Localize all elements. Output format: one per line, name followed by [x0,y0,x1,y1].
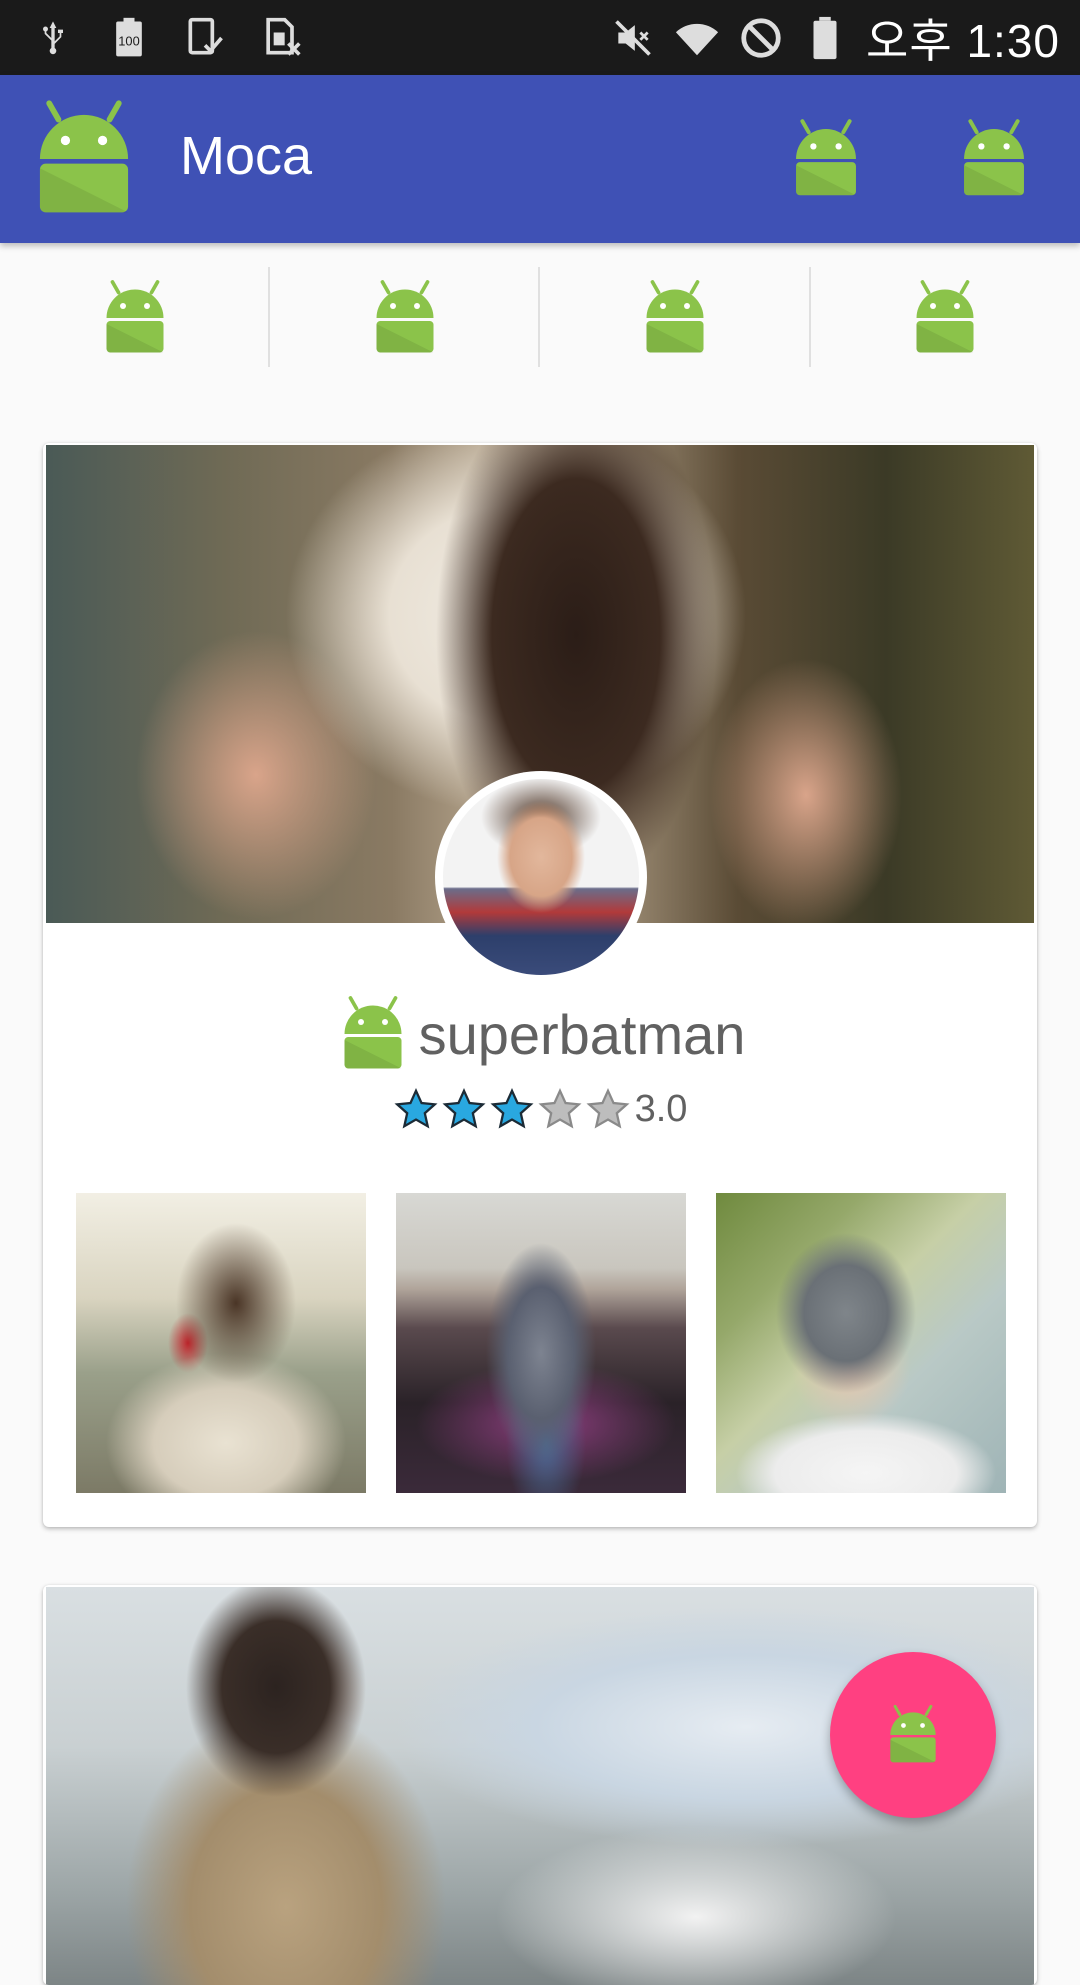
app-title: Moca [180,126,313,186]
tab-3[interactable] [540,243,810,393]
app-bar: Moca [0,75,1080,243]
mute-icon [610,15,656,61]
tab-1[interactable] [0,243,270,393]
star-filled-icon [441,1086,487,1132]
photo-thumbnail[interactable] [76,1193,366,1493]
rating-value: 3.0 [634,1087,688,1130]
clock: 오후 1:30 [866,14,1060,67]
username[interactable]: superbatman [419,1002,746,1067]
android-icon [367,279,443,357]
star-filled-icon [393,1086,439,1132]
sim-off-icon [258,15,304,61]
star-empty-icon [585,1086,631,1132]
battery-icon [802,15,848,61]
status-bar: 100 오후 1:30 [0,0,1080,75]
do-not-disturb-icon [738,15,784,61]
android-icon [97,279,173,357]
usb-icon [30,15,76,61]
tab-bar [0,243,1080,393]
star-filled-icon [489,1086,535,1132]
android-icon [907,279,983,357]
android-icon[interactable] [786,118,866,200]
screenshot-icon [182,15,228,61]
tab-4[interactable] [810,243,1080,393]
android-icon [335,995,411,1073]
android-icon [883,1704,943,1766]
wifi-icon [674,15,720,61]
profile-card[interactable]: superbatman 3.0 [43,443,1037,1527]
star-empty-icon [537,1086,583,1132]
battery-100-icon: 100 [106,15,152,61]
tab-2[interactable] [270,243,540,393]
fab-button[interactable] [830,1652,996,1818]
rating-bar: 3.0 [43,1081,1037,1137]
battery-badge: 100 [118,33,139,48]
username-row: superbatman [43,989,1037,1079]
android-icon[interactable] [954,118,1034,200]
android-icon [26,97,142,221]
photo-thumbnail[interactable] [396,1193,686,1493]
avatar[interactable] [443,779,639,975]
android-icon [637,279,713,357]
photo-thumbnail[interactable] [716,1193,1006,1493]
